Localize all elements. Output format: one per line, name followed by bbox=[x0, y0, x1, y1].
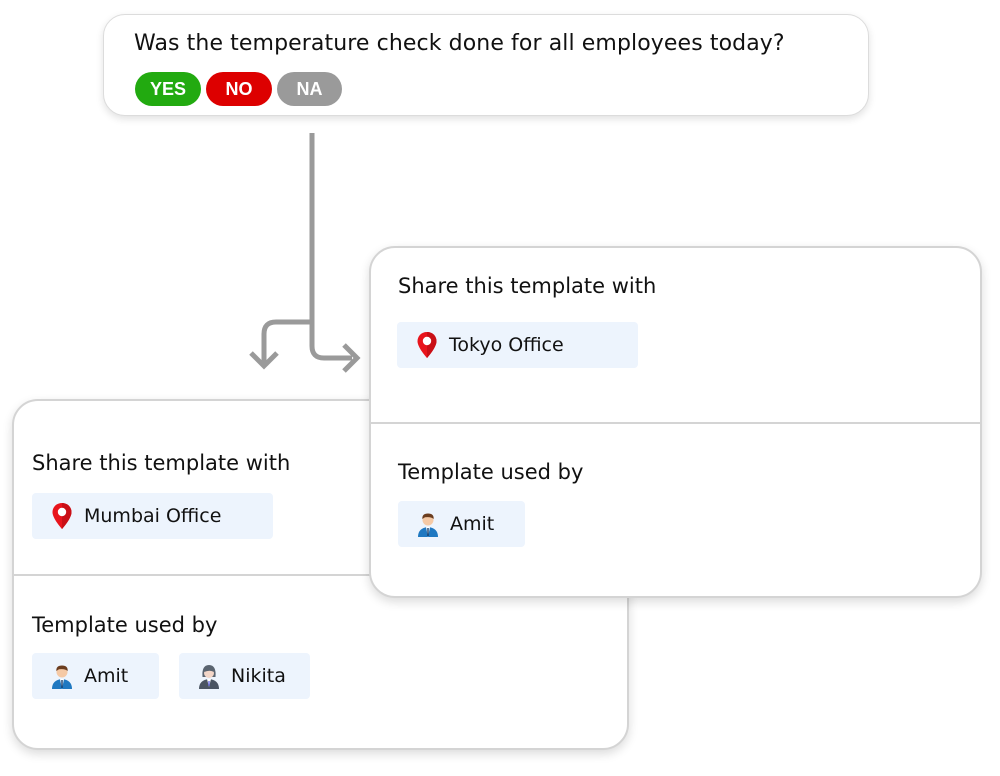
answer-no-button[interactable]: NO bbox=[206, 72, 272, 106]
user-chip-nikita[interactable]: Nikita bbox=[179, 653, 310, 699]
arrow-down-left-icon bbox=[249, 351, 279, 370]
user-chip-amit[interactable]: Amit bbox=[32, 653, 159, 699]
answer-yes-button[interactable]: YES bbox=[135, 72, 201, 106]
template-card-tokyo: Share this template with Tokyo Office Te… bbox=[369, 246, 982, 598]
location-chip-tokyo[interactable]: Tokyo Office bbox=[397, 322, 638, 368]
connector-left-branch bbox=[261, 319, 312, 366]
user-label: Nikita bbox=[231, 665, 286, 687]
location-chip-mumbai[interactable]: Mumbai Office bbox=[32, 493, 273, 539]
male-avatar-icon bbox=[50, 663, 74, 689]
location-label: Mumbai Office bbox=[84, 505, 222, 527]
location-label: Tokyo Office bbox=[449, 334, 564, 356]
location-pin-icon bbox=[50, 503, 74, 529]
male-avatar-icon bbox=[416, 511, 440, 537]
used-by-title: Template used by bbox=[32, 613, 218, 637]
connector-trunk bbox=[309, 133, 352, 361]
answer-options: YES NO NA bbox=[135, 72, 342, 106]
section-divider bbox=[371, 422, 980, 424]
user-label: Amit bbox=[450, 513, 495, 535]
question-card: Was the temperature check done for all e… bbox=[103, 14, 869, 116]
arrow-right-icon bbox=[342, 343, 361, 373]
share-title: Share this template with bbox=[32, 451, 291, 475]
question-text: Was the temperature check done for all e… bbox=[134, 31, 785, 56]
location-pin-icon bbox=[415, 332, 439, 358]
used-by-title: Template used by bbox=[398, 460, 584, 484]
user-chip-amit[interactable]: Amit bbox=[398, 501, 525, 547]
answer-na-button[interactable]: NA bbox=[277, 72, 342, 106]
female-avatar-icon bbox=[197, 663, 221, 689]
user-label: Amit bbox=[84, 665, 129, 687]
share-title: Share this template with bbox=[398, 274, 657, 298]
